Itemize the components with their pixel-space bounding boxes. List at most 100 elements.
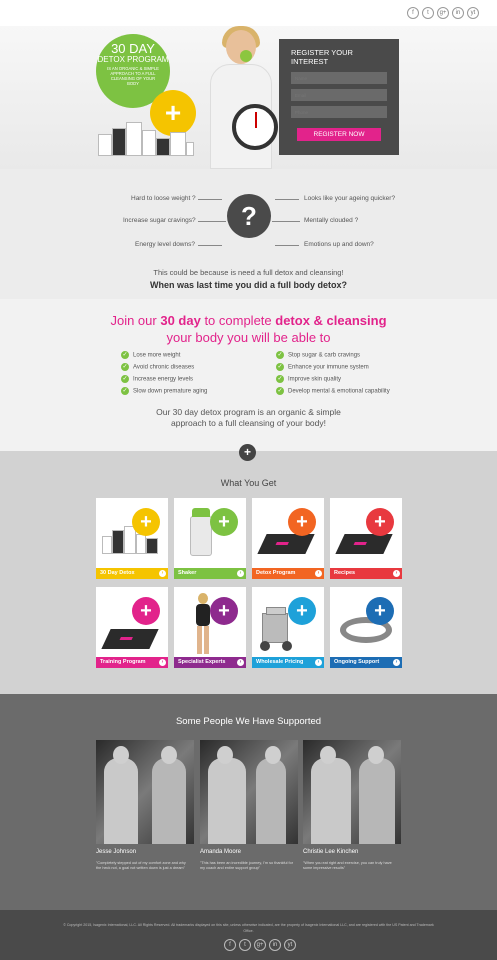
footer: © Copyright 2015, Isagenix International…: [0, 910, 497, 960]
benefit-item: ✓ Slow down premature aging: [121, 387, 208, 395]
facebook-icon[interactable]: f: [407, 7, 419, 19]
twitter-icon[interactable]: t: [422, 7, 434, 19]
card-label-bar: Shaker ›: [174, 568, 246, 579]
phone-input[interactable]: [291, 106, 387, 118]
google-plus-icon[interactable]: g+: [437, 7, 449, 19]
expand-plus-icon[interactable]: +: [239, 444, 256, 461]
promo-title: 30 DAY: [111, 41, 155, 56]
card-image: [96, 498, 168, 568]
hero-model-image: [196, 26, 288, 169]
check-icon: ✓: [121, 387, 129, 395]
testimonial-name: Amanda Moore: [200, 849, 242, 855]
arrow-right-icon[interactable]: ›: [159, 570, 166, 577]
connector-line: [198, 221, 226, 222]
facebook-icon[interactable]: f: [224, 939, 236, 951]
card-image: [252, 587, 324, 657]
card-label-bar: Ongoing Support ›: [330, 657, 402, 668]
plus-icon[interactable]: +: [366, 597, 394, 625]
benefit-item: ✓ Avoid chronic diseases: [121, 363, 195, 371]
plus-icon[interactable]: +: [288, 597, 316, 625]
arrow-right-icon[interactable]: ›: [237, 659, 244, 666]
plus-icon[interactable]: +: [210, 597, 238, 625]
question-left-2: Increase sugar cravings?: [123, 217, 196, 224]
question-mark-icon: ?: [227, 194, 271, 238]
product-image: [98, 116, 194, 156]
card-training-program[interactable]: + Training Program ›: [96, 587, 168, 668]
plus-icon[interactable]: +: [210, 508, 238, 536]
arrow-right-icon[interactable]: ›: [159, 659, 166, 666]
check-icon: ✓: [276, 387, 284, 395]
email-input[interactable]: [291, 89, 387, 101]
benefit-item: ✓ Develop mental & emotional capability: [276, 387, 390, 395]
card-image: [252, 498, 324, 568]
linkedin-icon[interactable]: in: [269, 939, 281, 951]
register-button[interactable]: REGISTER NOW: [297, 128, 381, 141]
arrow-right-icon[interactable]: ›: [393, 570, 400, 577]
connector-line: [275, 245, 299, 246]
testimonial-name: Jesse Johnson: [96, 849, 137, 855]
card-30-day-detox[interactable]: + 30 Day Detox ›: [96, 498, 168, 579]
benefit-item: ✓ Lose more weight: [121, 351, 181, 359]
card-label-bar: Specialist Experts ›: [174, 657, 246, 668]
section-title: Some People We Have Supported: [175, 716, 322, 727]
card-image: [330, 587, 402, 657]
question-right-1: Looks like your ageing quicker?: [304, 195, 396, 202]
card-image: [330, 498, 402, 568]
card-label-bar: Recipes ›: [330, 568, 402, 579]
name-input[interactable]: [291, 72, 387, 84]
question-left-1: Hard to loose weight ?: [131, 195, 196, 202]
footer-social-links: f t g+ in yt: [224, 939, 296, 951]
card-recipes[interactable]: + Recipes ›: [330, 498, 402, 579]
benefits-section: Join our 30 day to complete detox & clea…: [0, 299, 497, 451]
plus-icon[interactable]: +: [366, 508, 394, 536]
arrow-right-icon[interactable]: ›: [393, 659, 400, 666]
benefits-subheadline: your body you will be able to: [166, 330, 331, 345]
benefits-paragraph-2: approach to a full cleansing of your bod…: [171, 418, 326, 428]
check-icon: ✓: [121, 351, 129, 359]
testimonial-photo: [96, 740, 194, 844]
card-label-bar: Wholesale Pricing ›: [252, 657, 324, 668]
promo-subtitle: DETOX PROGRAM: [97, 55, 169, 64]
question-left-3: Energy level downs?: [135, 241, 195, 248]
card-detox-program[interactable]: + Detox Program ›: [252, 498, 324, 579]
top-bar: f t g+ in yt: [0, 0, 497, 26]
testimonial-photo: [200, 740, 298, 844]
card-shaker[interactable]: + Shaker ›: [174, 498, 246, 579]
card-label-bar: 30 Day Detox ›: [96, 568, 168, 579]
plus-icon[interactable]: +: [288, 508, 316, 536]
card-label-bar: Detox Program ›: [252, 568, 324, 579]
card-ongoing-support[interactable]: + Ongoing Support ›: [330, 587, 402, 668]
benefits-paragraph-1: Our 30 day detox program is an organic &…: [156, 407, 341, 417]
questions-headline: When was last time you did a full body d…: [149, 280, 348, 290]
card-image: [174, 587, 246, 657]
testimonials-section: Some People We Have Supported Jesse John…: [0, 694, 497, 910]
card-specialist-experts[interactable]: + Specialist Experts ›: [174, 587, 246, 668]
testimonial-name: Christie Lee Kinchen: [303, 849, 359, 855]
google-plus-icon[interactable]: g+: [254, 939, 266, 951]
check-icon: ✓: [276, 375, 284, 383]
twitter-icon[interactable]: t: [239, 939, 251, 951]
connector-line: [275, 199, 299, 200]
plus-icon[interactable]: +: [132, 508, 160, 536]
benefit-item: ✓ Stop sugar & carb cravings: [276, 351, 361, 359]
copyright-text: © Copyright 2015, Isagenix International…: [63, 923, 434, 933]
plus-icon[interactable]: +: [132, 597, 160, 625]
check-icon: ✓: [276, 351, 284, 359]
connector-line: [198, 199, 222, 200]
arrow-right-icon[interactable]: ›: [315, 659, 322, 666]
arrow-right-icon[interactable]: ›: [237, 570, 244, 577]
card-image: [174, 498, 246, 568]
linkedin-icon[interactable]: in: [452, 7, 464, 19]
youtube-icon[interactable]: yt: [284, 939, 296, 951]
testimonial-quote: "When you eat right and exercise, you ca…: [303, 861, 392, 870]
testimonial-quote: "Completely stepped out of my comfort zo…: [96, 861, 186, 870]
card-wholesale-pricing[interactable]: + Wholesale Pricing ›: [252, 587, 324, 668]
section-title: What You Get: [220, 478, 277, 488]
connector-line: [198, 245, 222, 246]
youtube-icon[interactable]: yt: [467, 7, 479, 19]
arrow-right-icon[interactable]: ›: [315, 570, 322, 577]
register-form: REGISTER YOUR INTEREST REGISTER NOW: [279, 39, 399, 155]
benefit-item: ✓ Enhance your immune system: [276, 363, 369, 371]
testimonial-photo: [303, 740, 401, 844]
connector-line: [272, 221, 300, 222]
